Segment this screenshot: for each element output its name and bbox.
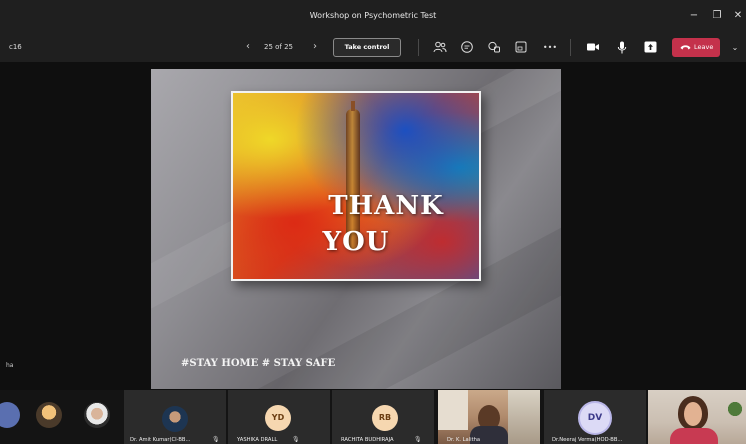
meeting-label-fragment: c16 bbox=[9, 43, 22, 51]
participant-avatar[interactable] bbox=[84, 402, 110, 428]
shared-content-stage: THANK YOU #STAY HOME # STAY SAFE ha bbox=[0, 62, 746, 390]
participant-video-tile[interactable] bbox=[648, 390, 746, 444]
participant-name: Dr. K. Lalitha bbox=[447, 437, 481, 443]
microphone-icon: 🎙 bbox=[212, 436, 220, 443]
participant-tile[interactable]: YD YASHIKA DRALL 🎙 bbox=[228, 390, 330, 444]
stay-home-stay-safe-text: #STAY HOME # STAY SAFE bbox=[181, 358, 336, 369]
video-background-door bbox=[508, 390, 540, 444]
presentation-slide: THANK YOU #STAY HOME # STAY SAFE bbox=[151, 69, 561, 389]
thank-text: THANK bbox=[328, 191, 444, 221]
share-tray-icon[interactable] bbox=[512, 38, 530, 56]
participant-body bbox=[670, 428, 718, 444]
participant-tile[interactable]: Dr. Amit Kumar(CI-BB... 🎙 bbox=[124, 390, 226, 444]
participant-name: RACHITA BUDHIRAJA bbox=[341, 437, 394, 443]
toolbar-divider bbox=[418, 39, 419, 56]
participant-name: Dr.Neeraj Verma(HOD-BB... bbox=[552, 437, 623, 443]
meeting-toolbar: c16 ‹ 25 of 25 › Take control ••• Leave … bbox=[0, 32, 746, 62]
participant-avatar[interactable] bbox=[36, 402, 62, 428]
participant-initials: YD bbox=[265, 405, 291, 431]
thank-you-artwork: THANK YOU bbox=[231, 91, 481, 281]
window-title: Workshop on Psychometric Test bbox=[309, 11, 437, 20]
participant-initials: RB bbox=[372, 405, 398, 431]
video-background-wall bbox=[438, 390, 468, 430]
share-screen-icon[interactable] bbox=[641, 38, 659, 56]
participant-tile[interactable]: DV Dr.Neeraj Verma(HOD-BB... bbox=[544, 390, 646, 444]
participant-name: Dr. Amit Kumar(CI-BB... bbox=[130, 437, 191, 443]
participants-strip: Dr. Amit Kumar(CI-BB... 🎙 YD YASHIKA DRA… bbox=[0, 390, 746, 444]
previous-slide-button[interactable]: ‹ bbox=[241, 32, 255, 62]
microphone-icon: 🎙 bbox=[414, 436, 422, 443]
restore-button[interactable]: ❐ bbox=[706, 0, 728, 32]
leave-button[interactable]: Leave bbox=[672, 38, 720, 57]
microphone-icon: 🎙 bbox=[292, 436, 300, 443]
reactions-icon[interactable] bbox=[485, 38, 503, 56]
participant-avatar bbox=[162, 406, 188, 432]
participants-icon[interactable] bbox=[431, 38, 449, 56]
participant-name: YASHIKA DRALL bbox=[237, 437, 278, 443]
video-background-plant bbox=[726, 394, 744, 424]
presenter-name-fragment: ha bbox=[6, 362, 14, 369]
slide-page-indicator: 25 of 25 bbox=[264, 43, 294, 51]
minimize-button[interactable]: − bbox=[683, 0, 705, 32]
chat-icon[interactable] bbox=[458, 38, 476, 56]
participant-face bbox=[684, 402, 702, 426]
camera-icon[interactable] bbox=[584, 38, 602, 56]
next-slide-button[interactable]: › bbox=[308, 32, 322, 62]
take-control-button[interactable]: Take control bbox=[333, 38, 401, 57]
participant-tile[interactable]: RB RACHITA BUDHIRAJA 🎙 bbox=[332, 390, 434, 444]
microphone-icon[interactable] bbox=[613, 38, 631, 56]
leave-options-chevron-icon[interactable]: ⌄ bbox=[729, 38, 741, 57]
more-options-icon[interactable]: ••• bbox=[541, 38, 559, 56]
title-bar: Workshop on Psychometric Test − ❐ ✕ bbox=[0, 0, 746, 32]
phone-hangup-icon bbox=[680, 45, 691, 50]
participant-avatar[interactable] bbox=[0, 402, 20, 428]
leave-label: Leave bbox=[694, 43, 714, 51]
close-button[interactable]: ✕ bbox=[727, 0, 746, 32]
participant-video-tile[interactable]: Dr. K. Lalitha bbox=[438, 390, 540, 444]
participant-initials: DV bbox=[578, 401, 612, 435]
toolbar-divider bbox=[570, 39, 571, 56]
you-text: YOU bbox=[322, 227, 390, 257]
